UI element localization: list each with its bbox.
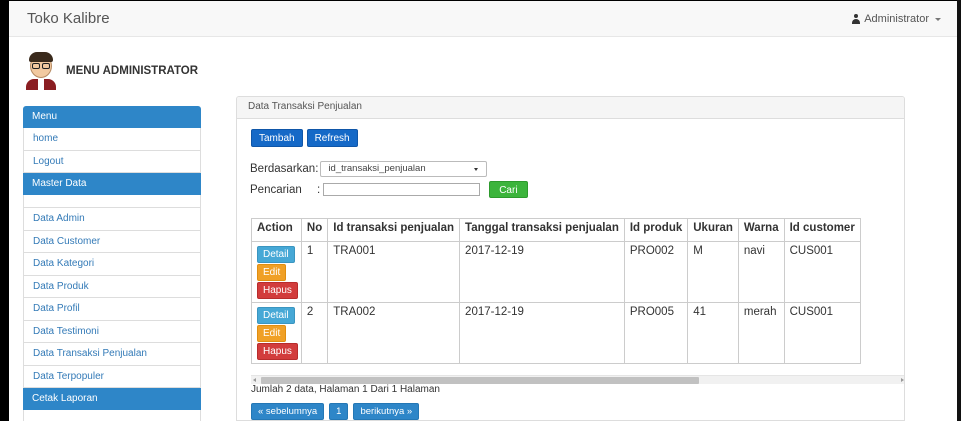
admin-title: MENU ADMINISTRATOR xyxy=(66,65,199,77)
table-row: Detail Edit Hapus 2 TRA002 2017-12-19 PR… xyxy=(251,302,861,364)
column-header-tanggal: Tanggal transaksi penjualan xyxy=(459,218,625,242)
top-navbar: Toko Kalibre Administrator xyxy=(9,1,957,37)
page-1-button[interactable]: 1 xyxy=(329,403,349,420)
column-header-warna: Warna xyxy=(737,218,785,242)
column-header-ukuran: Ukuran xyxy=(687,218,739,242)
cell-id-transaksi: TRA001 xyxy=(327,241,461,303)
sidebar-item-data-transaksi-penjualan[interactable]: Data Transaksi Penjualan xyxy=(23,343,201,366)
sidebar-item-data-admin[interactable]: Data Admin xyxy=(23,208,201,231)
transactions-table-container: Action No Id transaksi penjualan Tanggal… xyxy=(251,218,904,375)
sidebar-header-master-data: Master Data xyxy=(23,173,201,195)
window-frame-right xyxy=(957,0,961,421)
sidebar-header-menu: Menu xyxy=(23,106,201,128)
cell-tanggal: 2017-12-19 xyxy=(459,241,625,303)
filter-colon: : xyxy=(315,163,319,175)
refresh-button[interactable]: Refresh xyxy=(306,129,358,147)
detail-button[interactable]: Detail xyxy=(257,246,295,263)
filter-select-value: id_transaksi_penjualan xyxy=(328,163,426,174)
sidebar-item-logout[interactable]: Logout xyxy=(23,150,201,173)
cell-ukuran: M xyxy=(687,241,739,303)
scrollbar-thumb[interactable] xyxy=(261,377,699,384)
cell-ukuran: 41 xyxy=(687,302,739,364)
cell-no: 2 xyxy=(300,302,329,364)
pagination: « sebelumnya 1 berikutnya » xyxy=(251,403,420,420)
column-header-id-customer: Id customer xyxy=(783,218,861,242)
cell-id-produk: PRO005 xyxy=(623,302,689,364)
search-button[interactable]: Cari xyxy=(489,181,528,198)
cell-no: 1 xyxy=(300,241,329,303)
horizontal-scrollbar[interactable] xyxy=(251,375,904,384)
panel-title: Data Transaksi Penjualan xyxy=(237,97,904,119)
caret-down-icon xyxy=(935,17,941,21)
filter-label: Berdasarkan xyxy=(250,163,316,175)
column-header-id-transaksi: Id transaksi penjualan xyxy=(327,218,461,242)
chevron-down-icon xyxy=(474,168,479,171)
row-actions: Detail Edit Hapus xyxy=(251,302,302,364)
cell-warna: merah xyxy=(737,302,785,364)
sidebar-item-data-testimoni[interactable]: Data Testimoni xyxy=(23,320,201,343)
add-button[interactable]: Tambah xyxy=(251,129,303,147)
user-icon xyxy=(851,14,861,24)
table-row: Detail Edit Hapus 1 TRA001 2017-12-19 PR… xyxy=(251,241,861,303)
cell-id-transaksi: TRA002 xyxy=(327,302,461,364)
search-label: Pencarian xyxy=(250,183,302,196)
search-input[interactable] xyxy=(323,183,481,196)
transactions-table: Action No Id transaksi penjualan Tanggal… xyxy=(251,218,861,364)
sidebar: Menu home Logout Master Data Data Admin … xyxy=(23,106,201,421)
cell-id-customer: CUS001 xyxy=(783,302,861,364)
sidebar-spacer xyxy=(23,195,201,208)
search-row: Pencarian: Cari xyxy=(250,181,528,198)
edit-button[interactable]: Edit xyxy=(257,264,287,281)
toolbar: Tambah Refresh xyxy=(251,129,358,147)
detail-button[interactable]: Detail xyxy=(257,307,295,324)
sidebar-item-home[interactable]: home xyxy=(23,128,201,151)
search-colon: : xyxy=(317,183,321,196)
prev-page-button[interactable]: « sebelumnya xyxy=(251,403,325,420)
window-frame-left xyxy=(0,0,9,421)
next-page-button[interactable]: berikutnya » xyxy=(353,403,420,420)
column-header-no: No xyxy=(300,218,329,242)
avatar xyxy=(24,52,58,90)
filter-select[interactable]: id_transaksi_penjualan xyxy=(320,161,488,177)
sidebar-item-data-customer[interactable]: Data Customer xyxy=(23,230,201,253)
pagination-summary: Jumlah 2 data, Halaman 1 Dari 1 Halaman xyxy=(251,384,440,395)
admin-header: MENU ADMINISTRATOR xyxy=(24,52,198,90)
cell-warna: navi xyxy=(737,241,785,303)
sidebar-item-data-produk[interactable]: Data Produk xyxy=(23,275,201,298)
column-header-id-produk: Id produk xyxy=(623,218,689,242)
transactions-panel: Data Transaksi Penjualan Tambah Refresh … xyxy=(236,96,905,421)
delete-button[interactable]: Hapus xyxy=(257,343,298,360)
edit-button[interactable]: Edit xyxy=(257,325,287,342)
row-actions: Detail Edit Hapus xyxy=(251,241,302,303)
delete-button[interactable]: Hapus xyxy=(257,282,298,299)
table-header-row: Action No Id transaksi penjualan Tanggal… xyxy=(251,218,861,242)
scroll-left-icon[interactable] xyxy=(253,378,256,382)
column-header-action: Action xyxy=(251,218,302,242)
cell-id-produk: PRO002 xyxy=(623,241,689,303)
brand-title[interactable]: Toko Kalibre xyxy=(27,10,110,27)
user-menu[interactable]: Administrator xyxy=(851,13,941,25)
scroll-right-icon[interactable] xyxy=(901,378,904,382)
sidebar-item-data-terpopuler[interactable]: Data Terpopuler xyxy=(23,365,201,388)
sidebar-header-cetak-laporan[interactable]: Cetak Laporan xyxy=(23,388,201,410)
sidebar-spacer xyxy=(23,410,201,421)
cell-id-customer: CUS001 xyxy=(783,241,861,303)
filter-row: Berdasarkan: id_transaksi_penjualan xyxy=(250,161,488,177)
sidebar-item-data-kategori[interactable]: Data Kategori xyxy=(23,253,201,276)
sidebar-item-data-profil[interactable]: Data Profil xyxy=(23,298,201,321)
cell-tanggal: 2017-12-19 xyxy=(459,302,625,364)
user-name: Administrator xyxy=(864,13,929,25)
